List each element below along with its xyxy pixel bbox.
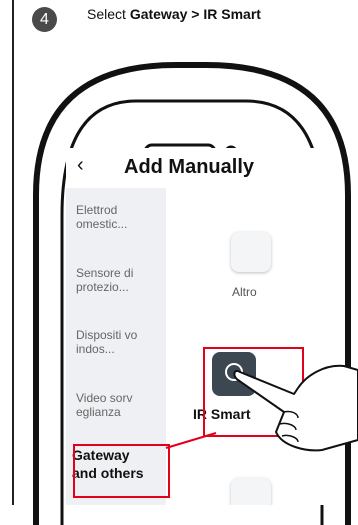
pointing-hand-icon bbox=[233, 364, 358, 452]
